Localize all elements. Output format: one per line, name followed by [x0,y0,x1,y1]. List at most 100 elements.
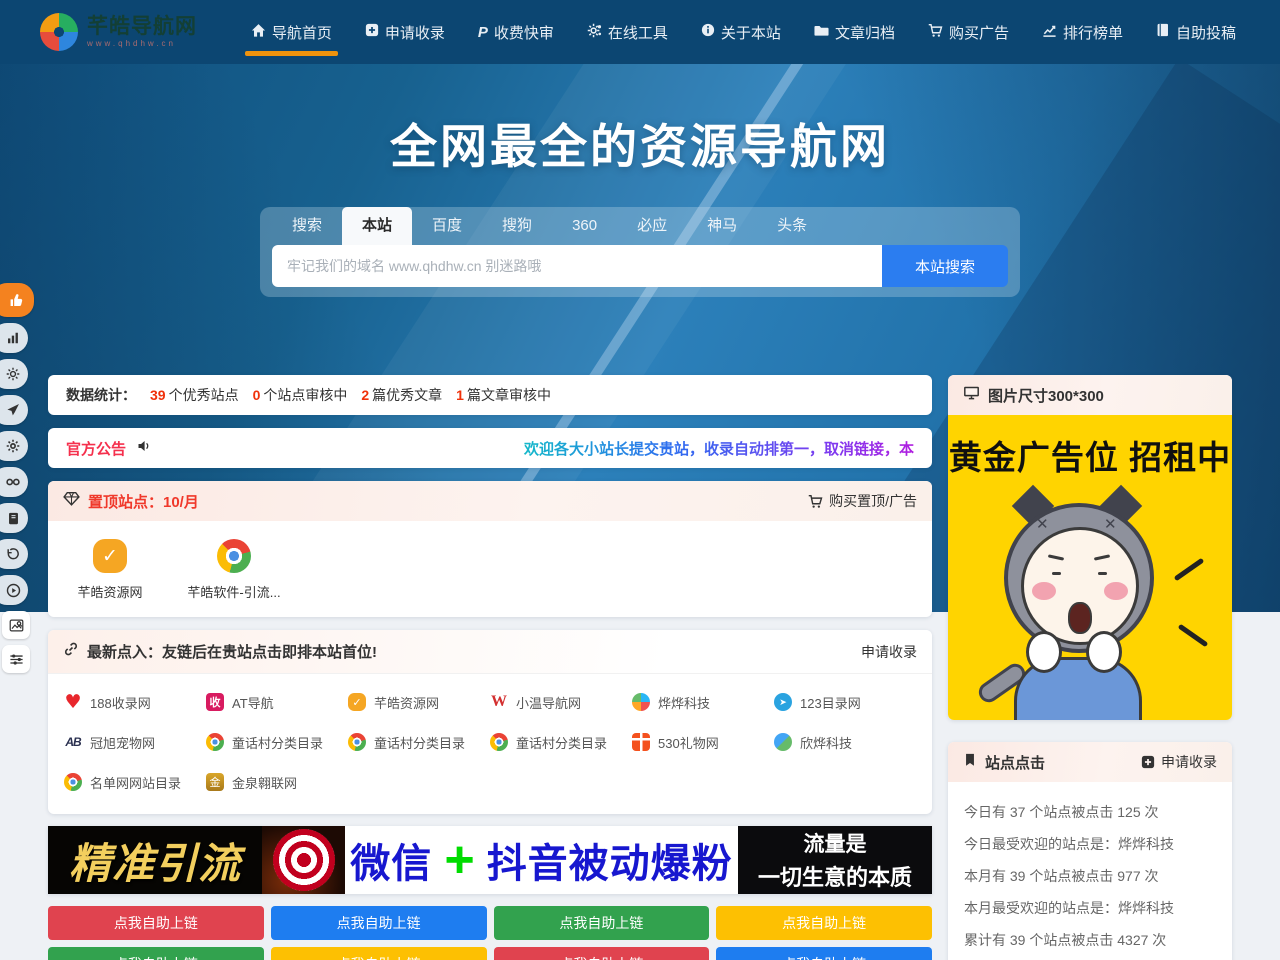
click-stat-line: 本月有 39 个站点被点击 977 次 [964,860,1216,892]
tab-this-site[interactable]: 本站 [342,207,412,245]
announcement-marquee: 欢迎各大小站长提交贵站，收录自动排第一，取消链接，本 [162,438,914,459]
site-link[interactable]: 530礼物网 [632,722,774,762]
chrome-icon [64,773,82,791]
play-circle-icon [6,583,21,598]
settings-button[interactable] [0,359,28,389]
image-search-button[interactable] [2,611,30,639]
tab-toutiao[interactable]: 头条 [757,207,827,245]
site-link[interactable]: 收AT导航 [206,682,348,722]
ad-panel-title: 图片尺寸300*300 [988,385,1104,406]
top-navbar: 芊皓导航网 www.qhdhw.cn 导航首页 申请收录 P 收费快审 在线工具… [0,0,1280,64]
paper-plane-icon [6,403,20,417]
pinned-header: 置顶站点：10/月 购买置顶/广告 [48,481,932,521]
banner-ad-jingzhun[interactable]: 精准引流 [48,826,262,894]
tab-label-search: 搜索 [272,207,342,245]
nav-item-home[interactable]: 导航首页 [251,0,332,64]
gear-icon [6,367,20,381]
pinned-body: ✓ 芊皓资源网 芊皓软件-引流... [48,521,932,617]
search-button[interactable]: 本站搜索 [882,245,1008,287]
banner-ad-liuliang[interactable]: 流量是 一切生意的本质 [738,826,932,894]
pinned-site-qianhao-ruanjian[interactable]: 芊皓软件-引流... [172,539,296,617]
ad-headline: 黄金广告位 招租中 [948,431,1232,479]
self-link-button[interactable]: 点我自助上链 [494,906,710,940]
gold-icon: 金 [206,773,224,791]
cart-icon [928,23,943,42]
self-link-button[interactable]: 点我自助上链 [48,947,264,960]
blue-green-icon [774,733,792,751]
self-link-button[interactable]: 点我自助上链 [48,906,264,940]
site-logo[interactable]: 芊皓导航网 www.qhdhw.cn [40,13,197,51]
site-link[interactable]: ♥188收录网 [64,682,206,722]
tools-button[interactable] [0,431,28,461]
shou-badge-icon: 收 [206,693,224,711]
multicolor-icon [632,693,650,711]
self-link-button[interactable]: 点我自助上链 [494,947,710,960]
buy-pinned-ad-link[interactable]: 购买置顶/广告 [808,491,917,511]
nav-item-buy-ads[interactable]: 购买广告 [928,0,1009,64]
click-stat-line: 今日最受欢迎的站点是：烨烨科技 [964,828,1216,860]
site-link[interactable]: 欣烨科技 [774,722,916,762]
nav-item-submit[interactable]: 自助投稿 [1156,0,1236,64]
like-button[interactable] [0,283,34,317]
image-search-icon [9,618,24,633]
nav-item-paid-review[interactable]: P 收费快审 [478,0,554,64]
site-link[interactable]: 童话村分类目录 [206,722,348,762]
nav-item-about[interactable]: 关于本站 [701,0,781,64]
tab-shenma[interactable]: 神马 [687,207,757,245]
apply-inclusion-link[interactable]: 申请收录 [1141,752,1217,772]
site-link[interactable]: ✓芊皓资源网 [348,682,490,722]
journal-button[interactable] [0,503,28,533]
stats-button[interactable] [0,323,28,353]
undo-button[interactable] [0,539,28,569]
site-link[interactable]: ➤123目录网 [774,682,916,722]
folder-icon [814,23,829,42]
site-link[interactable]: 烨烨科技 [632,682,774,722]
infinity-icon [5,474,21,490]
tab-baidu[interactable]: 百度 [412,207,482,245]
site-link[interactable]: 名单网网站目录 [64,762,206,802]
site-link[interactable]: 金金泉翱联网 [206,762,348,802]
announcement-bar: 官方公告 欢迎各大小站长提交贵站，收录自动排第一，取消链接，本 [48,428,932,468]
site-link[interactable]: 童话村分类目录 [490,722,632,762]
golden-ad-image[interactable]: 黄金广告位 招租中 ✕ ✕ [948,415,1232,720]
banner-ad-wechat-douyin[interactable]: 微信 + 抖音被动爆粉 [345,826,738,894]
chrome-icon [490,733,508,751]
latest-title: 最新点入：友链后在贵站点击即排本站首位! [87,641,377,662]
apply-inclusion-link[interactable]: 申请收录 [861,642,917,662]
nav-item-rankings[interactable]: 排行榜单 [1042,0,1123,64]
click-stat-line: 本月最受欢迎的站点是：烨烨科技 [964,892,1216,924]
play-button[interactable] [0,575,28,605]
logo-domain: www.qhdhw.cn [87,39,197,48]
navigate-button[interactable] [0,395,28,425]
badge-check-icon: ✓ [348,693,366,711]
bookmark-icon [963,753,977,772]
tab-sogou[interactable]: 搜狗 [482,207,552,245]
speaker-icon [136,438,152,459]
self-link-button[interactable]: 点我自助上链 [271,906,487,940]
ab-mono-icon: AB [64,733,82,751]
badge-check-icon: ✓ [93,539,127,573]
tab-bing[interactable]: 必应 [617,207,687,245]
filters-button[interactable] [2,645,30,673]
site-link[interactable]: 童话村分类目录 [348,722,490,762]
site-link[interactable]: W小温导航网 [490,682,632,722]
nav-item-archive[interactable]: 文章归档 [814,0,895,64]
book-icon [1156,23,1170,41]
gift-icon [632,733,650,751]
main-nav: 导航首页 申请收录 P 收费快审 在线工具 关于本站 文章归档 购买广告 排行榜 [251,0,1236,64]
nav-item-apply[interactable]: 申请收录 [365,0,445,64]
self-link-button[interactable]: 点我自助上链 [271,947,487,960]
tab-360[interactable]: 360 [552,207,617,245]
chrome-icon [217,539,251,573]
search-input[interactable] [272,245,882,287]
site-link[interactable]: AB冠旭宠物网 [64,722,206,762]
nav-item-tools[interactable]: 在线工具 [587,0,668,64]
announcement-label: 官方公告 [66,438,126,459]
self-link-button[interactable]: 点我自助上链 [716,906,932,940]
site-clicks-panel: 站点点击 申请收录 今日有 37 个站点被点击 125 次 今日最受欢迎的站点是… [948,742,1232,960]
infinity-button[interactable] [0,467,28,497]
right-column: 图片尺寸300*300 黄金广告位 招租中 ✕ ✕ [948,375,1232,960]
banner-ad-target[interactable] [262,826,345,894]
self-link-button[interactable]: 点我自助上链 [716,947,932,960]
pinned-site-qianhao-ziyuan[interactable]: ✓ 芊皓资源网 [48,539,172,617]
